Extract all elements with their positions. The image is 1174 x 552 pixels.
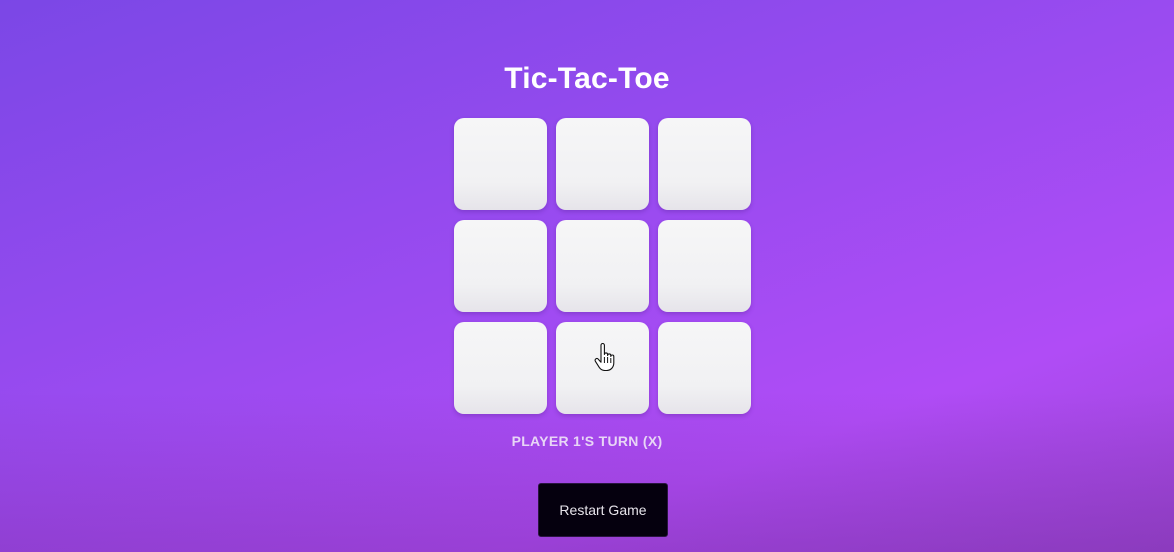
- turn-status: PLAYER 1'S TURN (X): [511, 433, 663, 449]
- board-cell-2[interactable]: [556, 118, 649, 210]
- page-title: Tic-Tac-Toe: [504, 62, 670, 95]
- board-cell-4[interactable]: [454, 220, 547, 312]
- board-cell-3[interactable]: [658, 118, 751, 210]
- board-cell-7[interactable]: [454, 322, 547, 414]
- game-board: [454, 118, 751, 414]
- board-cell-6[interactable]: [658, 220, 751, 312]
- board-cell-1[interactable]: [454, 118, 547, 210]
- board-cell-8[interactable]: [556, 322, 649, 414]
- board-cell-5[interactable]: [556, 220, 649, 312]
- restart-game-button[interactable]: Restart Game: [538, 483, 668, 537]
- board-cell-9[interactable]: [658, 322, 751, 414]
